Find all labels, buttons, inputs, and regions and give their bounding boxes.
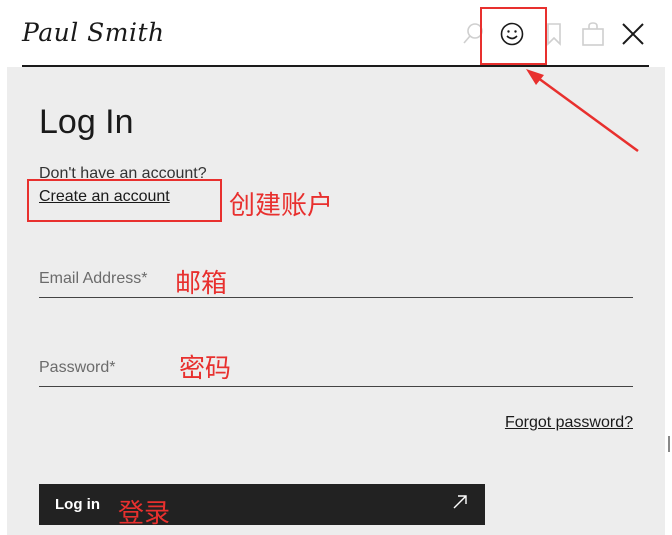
brand-logo[interactable]: Paul Smith [22, 18, 165, 47]
close-icon[interactable] [620, 20, 646, 48]
annotation-arrow-icon [526, 69, 639, 153]
email-annotation: 邮箱 [175, 269, 228, 299]
email-field-label[interactable]: Email Address* [39, 270, 148, 288]
forgot-password-link[interactable]: Forgot password? [505, 414, 633, 432]
password-field[interactable] [39, 386, 633, 387]
password-annotation: 密码 [179, 354, 232, 384]
email-field[interactable] [39, 297, 633, 298]
create-account-highlight [27, 179, 222, 222]
login-button-label: Log in [55, 496, 100, 513]
password-field-label[interactable]: Password* [39, 359, 115, 377]
login-button[interactable]: Log in [39, 484, 485, 525]
page-title: Log In [39, 103, 134, 141]
arrow-up-right-icon [451, 493, 469, 516]
bag-icon[interactable] [580, 20, 606, 48]
account-icon-highlight [480, 7, 547, 65]
login-annotation: 登录 [118, 499, 171, 529]
scrollbar[interactable] [668, 436, 670, 452]
create-account-annotation: 创建账户 [229, 191, 334, 221]
